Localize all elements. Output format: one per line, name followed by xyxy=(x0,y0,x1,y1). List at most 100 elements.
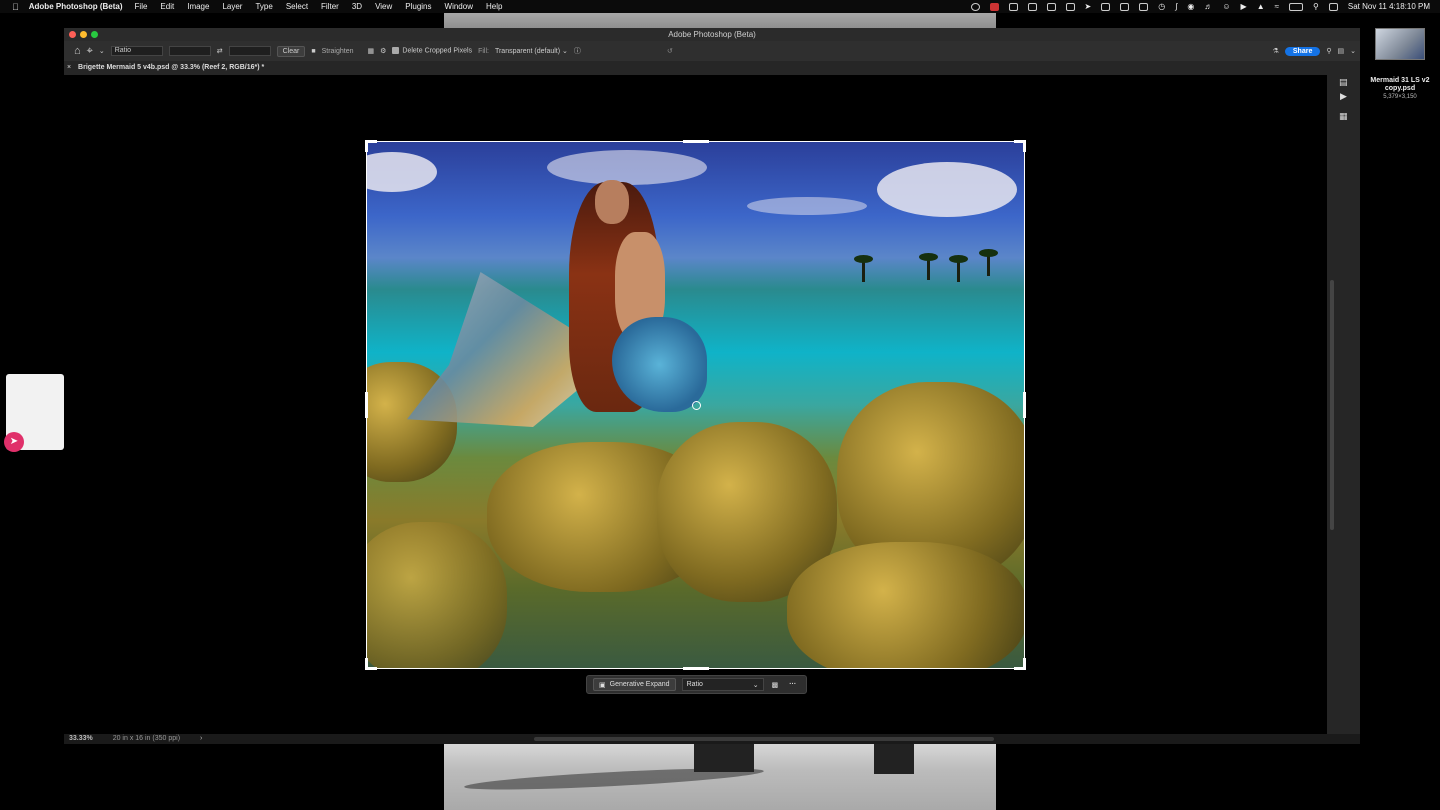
status-menu-area: ➤ ◷ ∫ ◉ ♬ ☺ ▶ ▲ ≈ ⚲ Sat Nov 11 4:18:10 P… xyxy=(970,2,1440,11)
screen-icon[interactable] xyxy=(1046,2,1056,11)
crop-center-icon[interactable] xyxy=(692,401,701,410)
document-tab-bar: × Brigette Mermaid 5 v4b.psd @ 33.3% (Re… xyxy=(64,61,1360,75)
crop-handle-top-right[interactable] xyxy=(1023,140,1026,152)
app-menu[interactable]: Adobe Photoshop (Beta) xyxy=(29,2,123,11)
menu-filter[interactable]: Filter xyxy=(321,2,339,11)
crop-handle-top-left[interactable] xyxy=(365,140,368,152)
chat-icon[interactable] xyxy=(1065,2,1075,11)
crop-handle-bottom-right[interactable] xyxy=(1023,658,1026,670)
creative-cloud-icon[interactable] xyxy=(970,2,980,11)
background-photo-bottom xyxy=(444,742,996,810)
photo-figure-left xyxy=(694,742,754,772)
fill-select[interactable]: Transparent (default) ⌄ xyxy=(495,47,568,55)
info-icon[interactable]: ⓘ xyxy=(574,46,581,56)
menu-image[interactable]: Image xyxy=(187,2,209,11)
control-center-icon[interactable] xyxy=(1328,2,1338,11)
actions-play-icon[interactable]: ▶ xyxy=(1340,91,1347,102)
options-bar: ⌂ ⌖ ⌄ Ratio ⇄ Clear ■ Straighten ▦ ⚙ Del… xyxy=(64,41,1360,61)
swap-icon[interactable]: ⇄ xyxy=(217,47,223,55)
crop-width-input[interactable] xyxy=(168,46,211,56)
delete-cropped-checkbox[interactable]: Delete Cropped Pixels xyxy=(392,47,472,55)
menu-file[interactable]: File xyxy=(135,2,148,11)
chevron-right-icon[interactable]: › xyxy=(200,735,202,742)
window-titlebar[interactable]: Adobe Photoshop (Beta) xyxy=(64,28,1360,41)
chevron-down-icon[interactable]: ⌄ xyxy=(1350,47,1356,55)
overlay-grid-icon[interactable]: ▦ xyxy=(368,47,375,55)
history-panel-icon[interactable]: ▤ xyxy=(1339,77,1348,88)
clipboard-icon[interactable] xyxy=(1008,2,1018,11)
minimize-button[interactable] xyxy=(80,31,87,38)
wifi-icon[interactable]: ≈ xyxy=(1275,2,1279,11)
fill-label: Fill: xyxy=(478,47,489,55)
settings-gear-icon[interactable]: ⚙ xyxy=(380,47,386,55)
checkbox-checked-icon xyxy=(392,47,400,55)
menu-view[interactable]: View xyxy=(375,2,392,11)
menu-help[interactable]: Help xyxy=(486,2,502,11)
user-icon[interactable]: ☺ xyxy=(1222,2,1230,11)
volume-icon[interactable]: ♬ xyxy=(1204,2,1212,11)
search-icon[interactable]: ⚲ xyxy=(1313,2,1319,11)
crop-handle-bottom[interactable] xyxy=(683,667,709,670)
crop-handle-right[interactable] xyxy=(1023,392,1026,418)
play-icon[interactable]: ▶ xyxy=(1241,2,1247,11)
straighten-button[interactable]: Straighten xyxy=(322,48,354,55)
menu-3d[interactable]: 3D xyxy=(352,2,362,11)
crop-handle-top[interactable] xyxy=(683,140,709,143)
horizontal-scrollbar[interactable] xyxy=(534,737,994,741)
airplay-icon[interactable]: ◉ xyxy=(1187,2,1194,11)
beaker-icon[interactable]: ⚗ xyxy=(1273,47,1279,55)
reset-icon[interactable]: ↺ xyxy=(667,47,673,55)
app-status-icon[interactable] xyxy=(989,2,999,11)
sidebar-icon[interactable] xyxy=(1139,2,1149,11)
contextual-task-bar: ▣ Generative Expand Ratio ⌄ ▩ ··· xyxy=(586,675,807,694)
home-icon[interactable]: ⌂ xyxy=(74,45,81,57)
cursor-icon[interactable]: ➤ xyxy=(1085,2,1092,11)
close-button[interactable] xyxy=(69,31,76,38)
crop-handle-left[interactable] xyxy=(365,392,368,418)
bluetooth-icon[interactable]: ∫ xyxy=(1175,2,1177,11)
menu-layer[interactable]: Layer xyxy=(222,2,242,11)
clock[interactable]: Sat Nov 11 4:18:10 PM xyxy=(1348,2,1430,11)
photo-figure-right xyxy=(874,742,914,774)
toolbox-icon[interactable]: ▩ xyxy=(772,681,779,689)
chevron-down-icon: ⌄ xyxy=(752,681,759,689)
battery-icon[interactable] xyxy=(1289,2,1304,11)
document-tab[interactable]: Brigette Mermaid 5 v4b.psd @ 33.3% (Reef… xyxy=(78,64,264,71)
time-machine-icon[interactable]: ◷ xyxy=(1158,2,1165,11)
window-title: Adobe Photoshop (Beta) xyxy=(668,30,756,39)
chevron-down-icon[interactable]: ⌄ xyxy=(99,47,105,55)
menu-window[interactable]: Window xyxy=(445,2,473,11)
ratio-dropdown[interactable]: Ratio ⌄ xyxy=(681,678,764,691)
ratio-select[interactable]: Ratio xyxy=(110,46,163,56)
eject-icon[interactable]: ▲ xyxy=(1257,2,1265,11)
more-options-button[interactable]: ··· xyxy=(789,681,796,688)
keyboard-icon[interactable] xyxy=(1120,2,1130,11)
search-icon[interactable]: ⚲ xyxy=(1326,47,1331,55)
menu-type[interactable]: Type xyxy=(255,2,272,11)
properties-icon[interactable]: ▦ xyxy=(1339,111,1348,122)
desktop-file-thumbnail[interactable] xyxy=(1375,28,1425,60)
crop-tool-icon[interactable]: ⌖ xyxy=(87,45,93,58)
menu-select[interactable]: Select xyxy=(286,2,308,11)
desktop-file-label[interactable]: Mermaid 31 LS v2 copy.psd 5,379×3,150 xyxy=(1362,77,1438,101)
close-tab-icon[interactable]: × xyxy=(67,64,71,71)
document-size[interactable]: 20 in x 16 in (350 ppi) xyxy=(113,735,180,742)
chevron-down-icon: ⌄ xyxy=(562,48,568,55)
window-icon[interactable] xyxy=(1027,2,1037,11)
clear-button[interactable]: Clear xyxy=(276,45,306,57)
maximize-button[interactable] xyxy=(91,31,98,38)
app-badge-icon[interactable]: ➤ xyxy=(4,432,24,452)
crop-handle-bottom-left[interactable] xyxy=(365,658,368,670)
crop-height-input[interactable] xyxy=(228,46,271,56)
menu-bar:  Adobe Photoshop (Beta) File Edit Image… xyxy=(0,0,1440,13)
share-button[interactable]: Share xyxy=(1284,46,1321,56)
zoom-level[interactable]: 33.33% xyxy=(69,735,93,742)
straighten-icon[interactable]: ■ xyxy=(311,48,315,55)
workspace-icon[interactable]: ▤ xyxy=(1338,47,1345,55)
grid-icon[interactable] xyxy=(1101,2,1111,11)
menu-edit[interactable]: Edit xyxy=(160,2,174,11)
menu-plugins[interactable]: Plugins xyxy=(405,2,431,11)
generative-expand-button[interactable]: ▣ Generative Expand xyxy=(593,678,676,691)
vertical-scrollbar[interactable] xyxy=(1330,280,1334,530)
apple-icon[interactable]:  xyxy=(12,2,19,12)
